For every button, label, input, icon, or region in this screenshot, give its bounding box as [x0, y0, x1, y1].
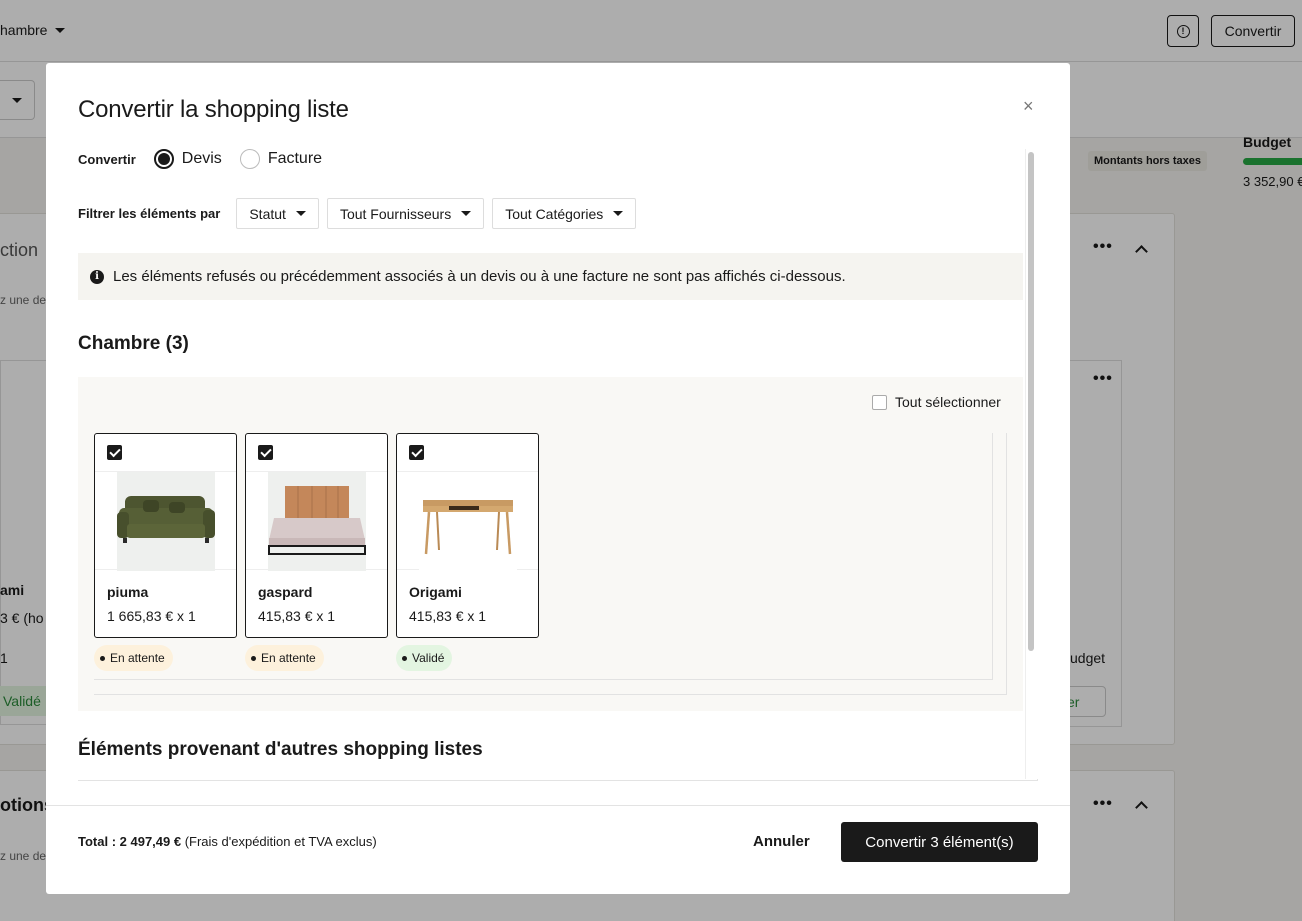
- filter-label: Filtrer les éléments par: [78, 206, 221, 221]
- radio-devis[interactable]: Devis: [153, 149, 222, 169]
- items-scroll-frame: piuma 1 665,83 € x 1 En attente gaspard …: [94, 433, 1007, 695]
- footer-divider: [46, 805, 1070, 806]
- product-name: piuma: [107, 584, 149, 600]
- radio-button[interactable]: [239, 149, 260, 169]
- product-card[interactable]: Origami 415,83 € x 1: [396, 433, 539, 638]
- product-name: Origami: [409, 584, 462, 600]
- caret-down-icon: [461, 211, 472, 216]
- product-image: [397, 471, 538, 571]
- product-price: 415,83 € x 1: [409, 608, 487, 624]
- info-icon: i: [90, 269, 104, 284]
- product-card[interactable]: gaspard 415,83 € x 1: [245, 433, 388, 638]
- filter-suppliers-dropdown[interactable]: Tout Fournisseurs: [326, 198, 485, 229]
- total-suffix: (Frais d'expédition et TVA exclus): [181, 834, 377, 849]
- filter-categories-label: Tout Catégories: [505, 205, 604, 222]
- desk-image: [418, 472, 517, 571]
- status-badge: Validé: [396, 645, 453, 671]
- product-image: [95, 471, 236, 571]
- info-notice: i Les éléments refusés ou précédemment a…: [78, 253, 1023, 300]
- select-all-checkbox[interactable]: [872, 394, 887, 410]
- product-checkbox[interactable]: [258, 445, 273, 460]
- total-summary: Total : 2 497,49 € (Frais d'expédition e…: [78, 834, 377, 849]
- section-title: Chambre (3): [78, 333, 189, 354]
- status-badge: En attente: [245, 645, 324, 671]
- close-icon[interactable]: ×: [1023, 96, 1034, 117]
- product-card[interactable]: piuma 1 665,83 € x 1: [94, 433, 237, 638]
- convert-items-button[interactable]: Convertir 3 élément(s): [841, 822, 1038, 862]
- caret-down-icon: [295, 211, 306, 216]
- product-name: gaspard: [258, 584, 313, 600]
- total-prefix: Total :: [78, 834, 120, 849]
- product-image: [246, 471, 387, 571]
- convert-type-row: Convertir Devis Facture: [78, 149, 322, 169]
- radio-button[interactable]: [153, 149, 174, 169]
- section-title: Éléments provenant d'autres shopping lis…: [78, 739, 483, 760]
- caret-down-icon: [613, 211, 624, 216]
- filter-suppliers-label: Tout Fournisseurs: [339, 205, 452, 222]
- sofa-image: [116, 472, 215, 571]
- filter-categories-dropdown[interactable]: Tout Catégories: [492, 198, 637, 229]
- product-price: 1 665,83 € x 1: [107, 608, 196, 624]
- filter-row: Filtrer les éléments par Statut Tout Fou…: [78, 198, 637, 229]
- status-badge: En attente: [94, 645, 173, 671]
- convert-label: Convertir: [78, 151, 136, 167]
- total-amount: 2 497,49 €: [119, 834, 182, 849]
- radio-facture-label: Facture: [267, 150, 323, 167]
- convert-modal: Convertir la shopping liste × Convertir …: [46, 63, 1070, 894]
- filter-status-dropdown[interactable]: Statut: [236, 198, 319, 229]
- notice-text: Les éléments refusés ou précédemment ass…: [113, 268, 846, 285]
- product-price: 415,83 € x 1: [258, 608, 336, 624]
- select-all[interactable]: Tout sélectionner: [872, 394, 1001, 410]
- items-panel: Tout sélectionner piuma 1 665,83 € x 1 E…: [78, 377, 1023, 711]
- bed-image: [267, 472, 366, 571]
- cancel-button[interactable]: Annuler: [753, 833, 810, 850]
- filter-status-label: Statut: [249, 205, 286, 222]
- product-checkbox[interactable]: [409, 445, 424, 460]
- radio-facture[interactable]: Facture: [239, 149, 323, 169]
- modal-title: Convertir la shopping liste: [78, 96, 349, 123]
- scrollbar-thumb[interactable]: [1028, 152, 1034, 651]
- radio-devis-label: Devis: [181, 150, 222, 167]
- select-all-label: Tout sélectionner: [895, 394, 1001, 410]
- items-list: piuma 1 665,83 € x 1 En attente gaspard …: [94, 433, 993, 680]
- product-checkbox[interactable]: [107, 445, 122, 460]
